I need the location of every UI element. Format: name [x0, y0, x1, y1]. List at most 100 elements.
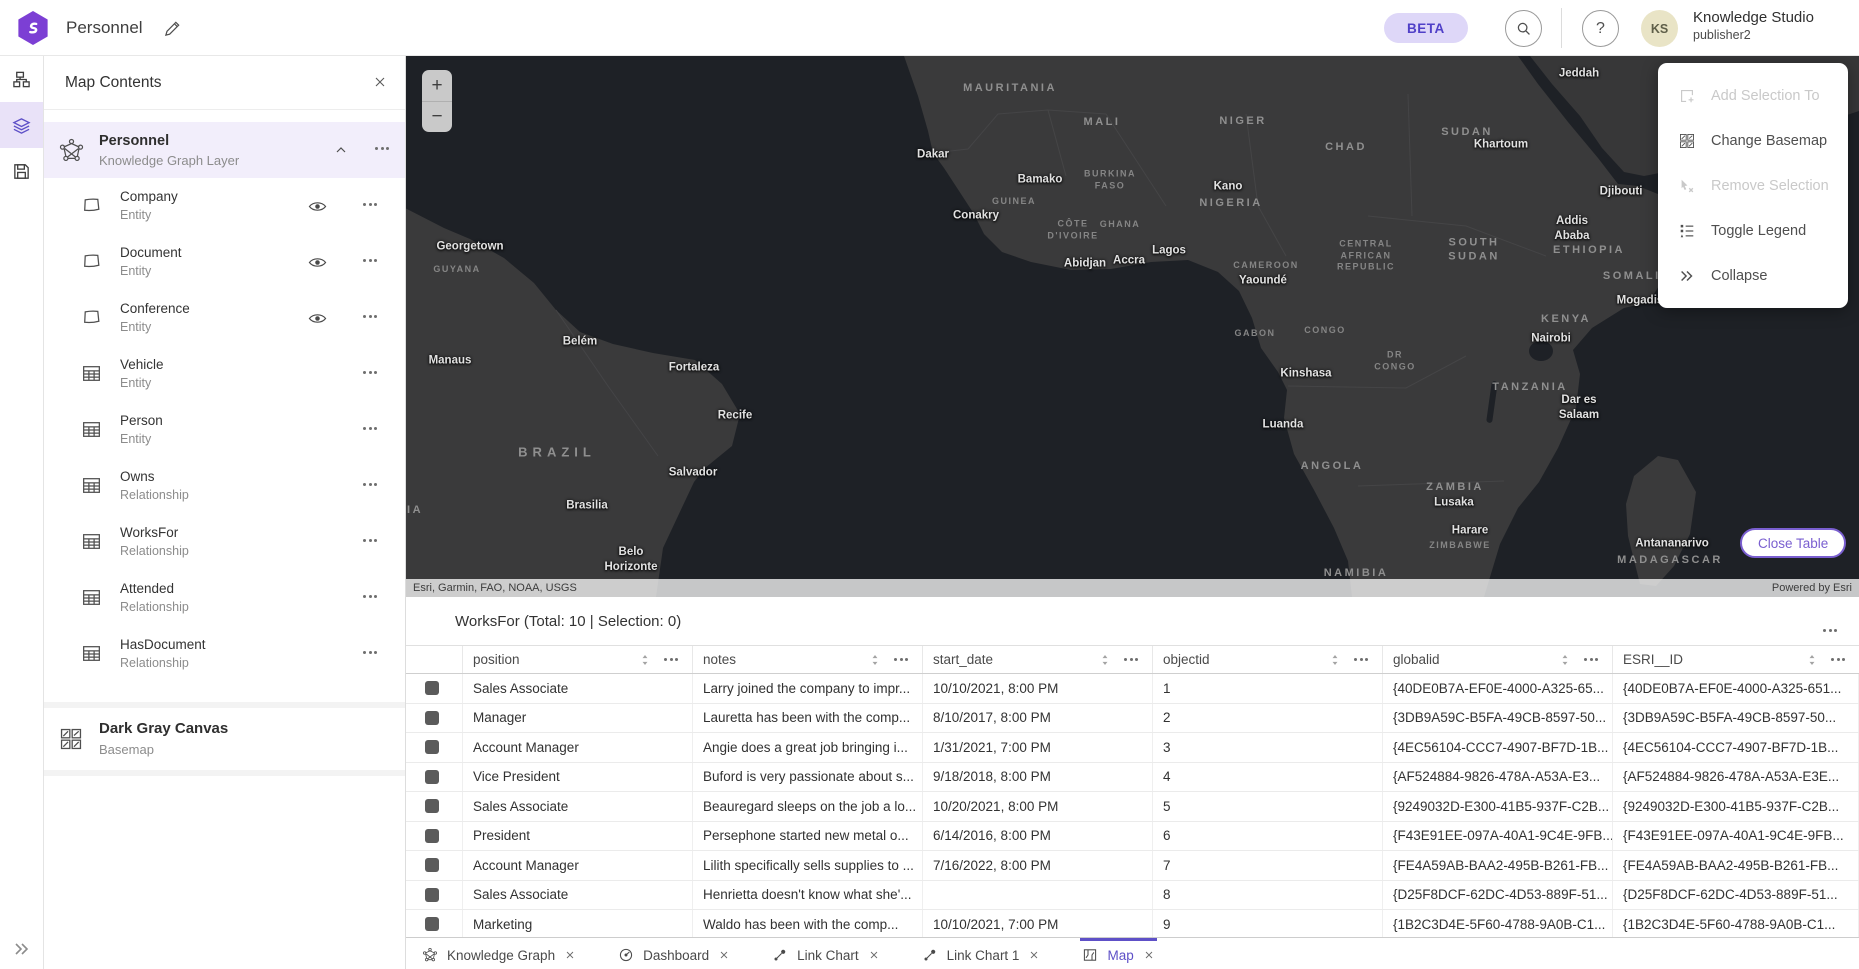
row-select-cell[interactable] [406, 851, 463, 880]
close-tab-icon[interactable] [1028, 949, 1040, 961]
sort-icon[interactable] [870, 652, 880, 668]
close-panel-icon[interactable] [372, 74, 388, 90]
table-row[interactable]: PresidentPersephone started new metal o.… [406, 822, 1859, 852]
sort-icon[interactable] [640, 652, 650, 668]
row-select-cell[interactable] [406, 733, 463, 762]
column-menu[interactable] [1354, 658, 1368, 661]
close-tab-icon[interactable] [564, 949, 576, 961]
row-checkbox[interactable] [425, 917, 439, 931]
layer-item-attended[interactable]: AttendedRelationship [44, 570, 405, 626]
row-checkbox[interactable] [425, 858, 439, 872]
layer-item-vehicle[interactable]: VehicleEntity [44, 346, 405, 402]
column-menu[interactable] [1124, 658, 1138, 661]
layer-options[interactable] [363, 595, 377, 598]
table-row[interactable]: Vice PresidentBuford is very passionate … [406, 763, 1859, 793]
layer-options[interactable] [363, 371, 377, 374]
close-tab-icon[interactable] [718, 949, 730, 961]
layer-item-company[interactable]: CompanyEntity [44, 178, 405, 234]
layer-options[interactable] [363, 483, 377, 486]
add-selection-icon [1678, 87, 1696, 105]
user-avatar[interactable]: KS [1641, 10, 1678, 47]
row-checkbox[interactable] [425, 799, 439, 813]
table-row[interactable]: Sales AssociateLarry joined the company … [406, 674, 1859, 704]
edit-title-icon[interactable] [163, 19, 182, 38]
tab-map[interactable]: Map [1080, 938, 1156, 969]
table-options[interactable] [1823, 629, 1837, 632]
row-checkbox[interactable] [425, 770, 439, 784]
visibility-icon[interactable] [308, 253, 327, 272]
table-row[interactable]: Sales AssociateBeauregard sleeps on the … [406, 792, 1859, 822]
row-select-cell[interactable] [406, 704, 463, 733]
table-row[interactable]: Sales AssociateHenrietta doesn't know wh… [406, 881, 1859, 911]
user-info: Knowledge Studio publisher2 [1693, 9, 1814, 43]
collapse-group-icon[interactable] [333, 142, 349, 158]
sort-icon[interactable] [1560, 652, 1570, 668]
column-menu[interactable] [1584, 658, 1598, 661]
rail-item-hierarchy[interactable] [0, 56, 43, 102]
row-select-cell[interactable] [406, 792, 463, 821]
rail-item-save[interactable] [0, 148, 43, 194]
row-checkbox[interactable] [425, 829, 439, 843]
column-menu[interactable] [1831, 658, 1845, 661]
table-row[interactable]: ManagerLauretta has been with the comp..… [406, 704, 1859, 734]
map-view[interactable]: JeddahMAURITANIAMALINIGERSUDANKhartoumCH… [406, 56, 1859, 597]
basemap-item[interactable]: Dark Gray CanvasBasemap [44, 708, 405, 770]
sort-icon[interactable] [1807, 652, 1817, 668]
close-tab-icon[interactable] [868, 949, 880, 961]
layer-options[interactable] [363, 539, 377, 542]
tab-link-chart[interactable]: Link Chart [770, 938, 882, 969]
menu-item-collapse[interactable]: Collapse [1658, 253, 1848, 298]
visibility-icon[interactable] [308, 309, 327, 328]
app-logo-icon[interactable] [16, 11, 50, 45]
close-table-button[interactable]: Close Table [1740, 528, 1846, 558]
tab-dashboard[interactable]: Dashboard [616, 938, 732, 969]
row-select-cell[interactable] [406, 822, 463, 851]
table-row[interactable]: Account ManagerAngie does a great job br… [406, 733, 1859, 763]
zoom-out-button[interactable]: − [422, 101, 452, 132]
layer-options[interactable] [363, 315, 377, 318]
column-menu[interactable] [894, 658, 908, 661]
layer-item-document[interactable]: DocumentEntity [44, 234, 405, 290]
row-select-cell[interactable] [406, 763, 463, 792]
visibility-icon[interactable] [308, 197, 327, 216]
row-checkbox[interactable] [425, 711, 439, 725]
cell-esri_id: {FE4A59AB-BAA2-495B-B261-FB... [1613, 851, 1859, 880]
table-row[interactable]: MarketingWaldo has been with the comp...… [406, 910, 1859, 937]
expand-rail-icon[interactable] [12, 939, 32, 959]
layer-options[interactable] [363, 427, 377, 430]
zoom-in-button[interactable]: + [422, 70, 452, 101]
layer-options[interactable] [363, 203, 377, 206]
table-row[interactable]: Account ManagerLilith specifically sells… [406, 851, 1859, 881]
sort-icon[interactable] [1100, 652, 1110, 668]
tab-link-chart-1[interactable]: Link Chart 1 [920, 938, 1043, 969]
row-select-cell[interactable] [406, 674, 463, 703]
cell-globalid: {AF524884-9826-478A-A53A-E3... [1383, 763, 1613, 792]
layer-group-personnel[interactable]: PersonnelKnowledge Graph Layer [44, 122, 405, 178]
table-layer-icon [80, 418, 103, 441]
layer-group-options[interactable] [375, 147, 389, 150]
search-button[interactable] [1505, 10, 1542, 47]
sort-icon[interactable] [1330, 652, 1340, 668]
layer-item-conference[interactable]: ConferenceEntity [44, 290, 405, 346]
layer-item-owns[interactable]: OwnsRelationship [44, 458, 405, 514]
layer-options[interactable] [363, 259, 377, 262]
row-select-cell[interactable] [406, 881, 463, 910]
row-checkbox[interactable] [425, 681, 439, 695]
document-title: Personnel [66, 18, 143, 38]
layer-item-worksfor[interactable]: WorksForRelationship [44, 514, 405, 570]
row-select-cell[interactable] [406, 910, 463, 937]
cell-esri_id: {F43E91EE-097A-40A1-9C4E-9FB... [1613, 822, 1859, 851]
layer-item-hasdocument[interactable]: HasDocumentRelationship [44, 626, 405, 682]
tab-knowledge-graph[interactable]: Knowledge Graph [420, 938, 578, 969]
column-menu[interactable] [664, 658, 678, 661]
help-button[interactable]: ? [1582, 10, 1619, 47]
close-tab-icon[interactable] [1143, 949, 1155, 961]
layer-item-person[interactable]: PersonEntity [44, 402, 405, 458]
layer-options[interactable] [363, 651, 377, 654]
menu-item-change-basemap[interactable]: Change Basemap [1658, 118, 1848, 163]
row-checkbox[interactable] [425, 740, 439, 754]
row-checkbox[interactable] [425, 888, 439, 902]
rail-item-layers[interactable] [0, 102, 43, 148]
menu-item-toggle-legend[interactable]: Toggle Legend [1658, 208, 1848, 253]
column-header-start_date: start_date [923, 646, 1153, 673]
